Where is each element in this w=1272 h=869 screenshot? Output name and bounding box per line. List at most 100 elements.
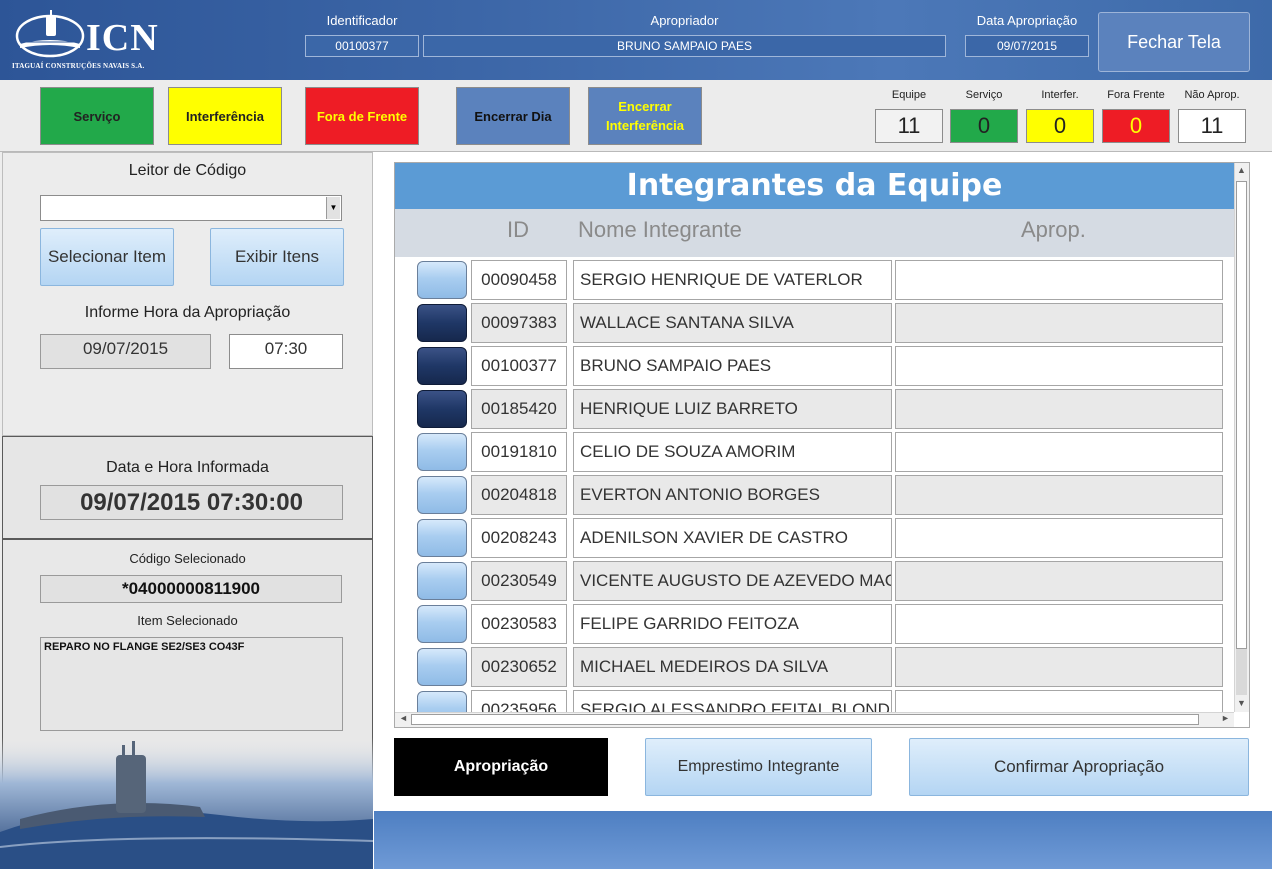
column-header: ID Nome Integrante Aprop. <box>395 209 1234 257</box>
row-aprop[interactable] <box>895 475 1223 515</box>
logo-subtitle: ITAGUAÍ CONSTRUÇÕES NAVAIS S.A. <box>12 62 145 70</box>
col-aprop-header: Aprop. <box>1021 217 1086 242</box>
table-row[interactable]: 00235956 SERGIO ALESSANDRO FEITAL BLONDE <box>395 690 1234 712</box>
scroll-up-icon[interactable]: ▲ <box>1234 164 1249 179</box>
close-screen-button[interactable]: Fechar Tela <box>1098 12 1250 72</box>
row-aprop[interactable] <box>895 518 1223 558</box>
codigo-label: Código Selecionado <box>129 551 246 566</box>
row-select-button[interactable] <box>417 390 467 428</box>
counter-servico-label: Serviço <box>965 89 1003 101</box>
counter-equipe-label: Equipe <box>891 89 927 101</box>
row-select-button[interactable] <box>417 691 467 712</box>
confirmar-apropriacao-button[interactable]: Confirmar Apropriação <box>909 738 1249 796</box>
row-aprop[interactable] <box>895 389 1223 429</box>
row-id: 00191810 <box>471 432 567 472</box>
row-id: 00230652 <box>471 647 567 687</box>
row-aprop[interactable] <box>895 561 1223 601</box>
row-id: 00097383 <box>471 303 567 343</box>
informada-label: Data e Hora Informada <box>106 459 269 476</box>
team-rows: 00090458 SERGIO HENRIQUE DE VATERLOR 00097… <box>395 257 1234 712</box>
table-row[interactable]: 00100377 BRUNO SAMPAIO PAES <box>395 346 1234 386</box>
apropriacao-button[interactable]: Apropriação <box>394 738 608 796</box>
row-select-button[interactable] <box>417 476 467 514</box>
counter-interfer-value: 0 <box>1026 109 1094 143</box>
informada-value: 09/07/2015 07:30:00 <box>40 485 343 520</box>
row-id: 00185420 <box>471 389 567 429</box>
scroll-down-icon[interactable]: ▼ <box>1234 697 1249 712</box>
table-row[interactable]: 00230549 VICENTE AUGUSTO DE AZEVEDO MAC <box>395 561 1234 601</box>
vertical-scroll-track <box>1236 649 1247 695</box>
row-select-button[interactable] <box>417 433 467 471</box>
row-id: 00090458 <box>471 260 567 300</box>
table-row[interactable]: 00097383 WALLACE SANTANA SILVA <box>395 303 1234 343</box>
row-aprop[interactable] <box>895 690 1223 712</box>
col-name-header: Nome Integrante <box>578 217 742 242</box>
apropriador-field: BRUNO SAMPAIO PAES <box>423 35 946 57</box>
row-name: VICENTE AUGUSTO DE AZEVEDO MAC <box>573 561 892 601</box>
encerrar-interferencia-button[interactable]: Encerrar Interferência <box>588 87 702 145</box>
chevron-down-icon[interactable]: ▼ <box>326 197 340 219</box>
vertical-scroll-thumb[interactable] <box>1236 181 1247 649</box>
table-row[interactable]: 00208243 ADENILSON XAVIER DE CASTRO <box>395 518 1234 558</box>
submarine-image <box>0 737 373 869</box>
row-select-button[interactable] <box>417 519 467 557</box>
counter-servico-value: 0 <box>950 109 1018 143</box>
table-row[interactable]: 00230652 MICHAEL MEDEIROS DA SILVA <box>395 647 1234 687</box>
apropriador-label: Apropriador <box>650 13 719 28</box>
row-name: HENRIQUE LUIZ BARRETO <box>573 389 892 429</box>
leitor-combobox[interactable]: ▼ <box>40 195 342 221</box>
row-select-button[interactable] <box>417 304 467 342</box>
emprestimo-integrante-button[interactable]: Emprestimo Integrante <box>645 738 872 796</box>
counter-equipe-value: 11 <box>875 109 943 143</box>
codigo-value: *04000000811900 <box>40 575 342 603</box>
bottom-band <box>374 811 1272 869</box>
row-name: FELIPE GARRIDO FEITOZA <box>573 604 892 644</box>
row-aprop[interactable] <box>895 260 1223 300</box>
row-select-button[interactable] <box>417 347 467 385</box>
row-aprop[interactable] <box>895 604 1223 644</box>
interferencia-button[interactable]: Interferência <box>168 87 282 145</box>
leitor-label: Leitor de Código <box>128 162 247 179</box>
table-row[interactable]: 00090458 SERGIO HENRIQUE DE VATERLOR <box>395 260 1234 300</box>
table-row[interactable]: 00185420 HENRIQUE LUIZ BARRETO <box>395 389 1234 429</box>
table-row[interactable]: 00204818 EVERTON ANTONIO BORGES <box>395 475 1234 515</box>
table-row[interactable]: 00230583 FELIPE GARRIDO FEITOZA <box>395 604 1234 644</box>
counter-nao-aprop-label: Não Aprop. <box>1184 89 1240 101</box>
row-id: 00235956 <box>471 690 567 712</box>
servico-button[interactable]: Serviço <box>40 87 154 145</box>
row-aprop[interactable] <box>895 346 1223 386</box>
selecionar-item-button[interactable]: Selecionar Item <box>40 228 174 286</box>
counter-fora-frente-value: 0 <box>1102 109 1170 143</box>
hora-date-field: 09/07/2015 <box>40 334 211 369</box>
exibir-itens-button[interactable]: Exibir Itens <box>210 228 344 286</box>
fora-de-frente-button[interactable]: Fora de Frente <box>305 87 419 145</box>
scroll-right-icon[interactable]: ► <box>1218 712 1233 727</box>
counter-nao-aprop-value: 11 <box>1178 109 1246 143</box>
row-select-button[interactable] <box>417 605 467 643</box>
row-select-button[interactable] <box>417 648 467 686</box>
row-aprop[interactable] <box>895 303 1223 343</box>
table-row[interactable]: 00191810 CELIO DE SOUZA AMORIM <box>395 432 1234 472</box>
row-name: MICHAEL MEDEIROS DA SILVA <box>573 647 892 687</box>
row-id: 00208243 <box>471 518 567 558</box>
hora-time-input[interactable]: 07:30 <box>229 334 343 369</box>
row-aprop[interactable] <box>895 432 1223 472</box>
row-aprop[interactable] <box>895 647 1223 687</box>
logo-text: ICN <box>86 17 159 59</box>
row-name: EVERTON ANTONIO BORGES <box>573 475 892 515</box>
horizontal-scroll-thumb[interactable] <box>411 714 1199 725</box>
identificador-field: 00100377 <box>305 35 419 57</box>
data-apropriacao-label: Data Apropriação <box>976 13 1078 28</box>
row-name: WALLACE SANTANA SILVA <box>573 303 892 343</box>
row-select-button[interactable] <box>417 562 467 600</box>
counter-fora-frente-label: Fora Frente <box>1107 89 1165 101</box>
row-select-button[interactable] <box>417 261 467 299</box>
team-title: Integrantes da Equipe <box>395 163 1234 209</box>
item-label: Item Selecionado <box>137 613 238 628</box>
scroll-left-icon[interactable]: ◄ <box>396 712 411 727</box>
row-name: ADENILSON XAVIER DE CASTRO <box>573 518 892 558</box>
row-id: 00100377 <box>471 346 567 386</box>
data-apropriacao-field: 09/07/2015 <box>965 35 1089 57</box>
logo-icon <box>15 10 85 58</box>
encerrar-dia-button[interactable]: Encerrar Dia <box>456 87 570 145</box>
